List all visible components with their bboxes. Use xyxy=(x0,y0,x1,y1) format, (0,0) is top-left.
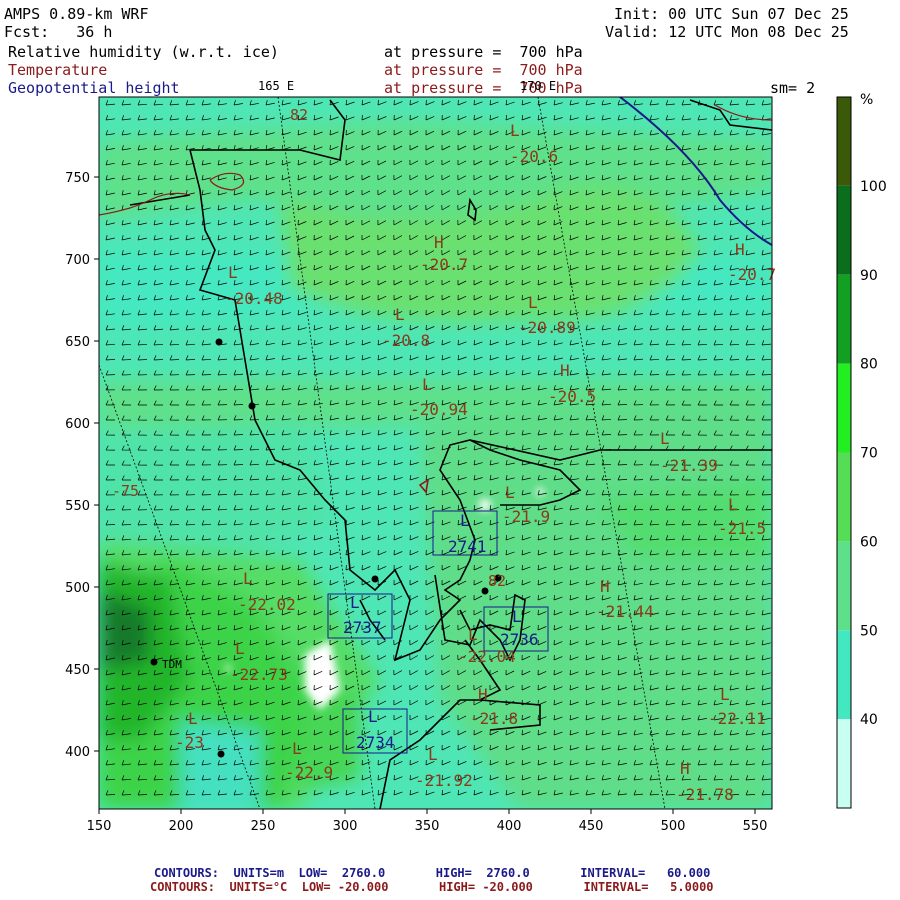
temp-letter: L xyxy=(728,495,738,514)
x-tick-label: 150 xyxy=(87,819,112,834)
colorbar-swatch xyxy=(837,185,851,275)
colorbar-swatch xyxy=(837,630,851,720)
station-label: TDM xyxy=(162,658,182,671)
temp-letter: H xyxy=(735,240,745,259)
temp-value: -21.5 xyxy=(718,519,766,538)
height-value: 2737 xyxy=(343,618,382,637)
temp-letter: H xyxy=(680,759,690,778)
colorbar-label: 100 xyxy=(860,179,887,195)
colorbar-label: 40 xyxy=(860,712,878,728)
x-tick-label: 500 xyxy=(661,819,686,834)
temp-letter: L xyxy=(228,263,238,282)
temp-value: -20.7 xyxy=(420,255,468,274)
temp-letter: L xyxy=(528,293,538,312)
temp-value: -21.39 xyxy=(660,456,718,475)
temp-value: -20.94 xyxy=(410,400,468,419)
temp-value: -20.89 xyxy=(518,318,576,337)
temp-value: -23 xyxy=(175,733,204,752)
svg-text:L: L xyxy=(368,707,378,726)
x-tick-label: 450 xyxy=(579,819,604,834)
temp-letter: H xyxy=(600,577,610,596)
x-tick-label: 550 xyxy=(743,819,768,834)
temp-letter: L xyxy=(468,625,478,644)
contour-label: 82 xyxy=(290,106,308,124)
temp-letter: L xyxy=(510,121,520,140)
height-value: 2741 xyxy=(448,537,487,556)
height-value: 2734 xyxy=(356,733,395,752)
svg-text:L: L xyxy=(350,593,360,612)
temp-value: -20.6 xyxy=(510,147,558,166)
temp-value: -21.78 xyxy=(676,785,734,804)
y-tick-label: 750 xyxy=(65,171,90,186)
svg-text:L: L xyxy=(460,511,470,530)
temp-letter: L xyxy=(243,569,253,588)
temp-value: -20.5 xyxy=(548,387,596,406)
y-tick-label: 550 xyxy=(65,499,90,514)
map-canvas: L -20.6 H -20.7 H -20.7 L -20.48 L -20.8 L -20… xyxy=(65,79,887,834)
y-tick-label: 450 xyxy=(65,663,90,678)
colorbar: 100 90 80 70 60 50 40 xyxy=(836,96,887,809)
y-tick-label: 600 xyxy=(65,417,90,432)
longitude-label: 170 E xyxy=(520,79,556,93)
temp-letter: H xyxy=(478,685,488,704)
x-tick-label: 200 xyxy=(169,819,194,834)
temp-value: -21.8 xyxy=(470,709,518,728)
temp-value: -20.7 xyxy=(728,265,776,284)
temp-letter: H xyxy=(560,361,570,380)
temp-value: -22.9 xyxy=(285,763,333,782)
temp-letter: L xyxy=(235,639,245,658)
temp-value: -21.92 xyxy=(415,771,473,790)
humidity-field xyxy=(99,97,772,809)
colorbar-swatch xyxy=(837,452,851,542)
temp-letter: L xyxy=(720,685,730,704)
colorbar-swatch xyxy=(837,719,851,808)
temp-letter: H xyxy=(434,233,444,252)
temp-value: -22.04 xyxy=(458,647,516,666)
colorbar-unit: % xyxy=(860,92,873,108)
colorbar-label: 50 xyxy=(860,623,878,639)
y-tick-label: 700 xyxy=(65,253,90,268)
temp-value: -20.48 xyxy=(225,289,283,308)
temp-letter: L xyxy=(188,709,198,728)
temp-value: -22.11 xyxy=(708,709,766,728)
colorbar-label: 90 xyxy=(860,268,878,284)
footer-height-contours: CONTOURS: UNITS=m LOW= 2760.0 HIGH= 2760… xyxy=(154,866,711,880)
x-tick-label: 250 xyxy=(251,819,276,834)
x-axis: 150 200 250 300 350 400 450 500 550 xyxy=(87,809,768,834)
height-value: 2736 xyxy=(500,630,539,649)
contour-label: -75 xyxy=(112,482,139,500)
temp-letter: L xyxy=(292,739,302,758)
colorbar-swatch xyxy=(837,363,851,453)
colorbar-label: 80 xyxy=(860,357,878,373)
temp-letter: L xyxy=(395,305,405,324)
x-tick-label: 400 xyxy=(497,819,522,834)
colorbar-label: 70 xyxy=(860,446,878,462)
colorbar-swatch xyxy=(837,541,851,631)
temp-value: -20.8 xyxy=(382,331,430,350)
temp-letter: L xyxy=(660,429,670,448)
x-tick-label: 300 xyxy=(333,819,358,834)
y-tick-label: 400 xyxy=(65,745,90,760)
temp-letter: L xyxy=(422,375,432,394)
temp-value: -21.9 xyxy=(502,507,550,526)
contour-label: 82 xyxy=(488,572,506,590)
temp-value: -22.02 xyxy=(238,595,296,614)
temp-letter: L xyxy=(428,745,438,764)
temp-value: -22.73 xyxy=(230,665,288,684)
colorbar-label: 60 xyxy=(860,534,878,550)
temp-value: -21.44 xyxy=(596,602,654,621)
colorbar-swatch xyxy=(837,274,851,364)
y-axis: 750 700 650 600 550 500 450 400 xyxy=(65,171,99,760)
footer-temperature-contours: CONTOURS: UNITS=°C LOW= -20.000 HIGH= -2… xyxy=(150,880,714,894)
colorbar-swatch xyxy=(837,97,851,186)
y-tick-label: 650 xyxy=(65,335,90,350)
x-tick-label: 350 xyxy=(415,819,440,834)
svg-text:L: L xyxy=(512,607,522,626)
longitude-label: 165 E xyxy=(258,79,294,93)
temp-letter: L xyxy=(505,483,515,502)
y-tick-label: 500 xyxy=(65,581,90,596)
